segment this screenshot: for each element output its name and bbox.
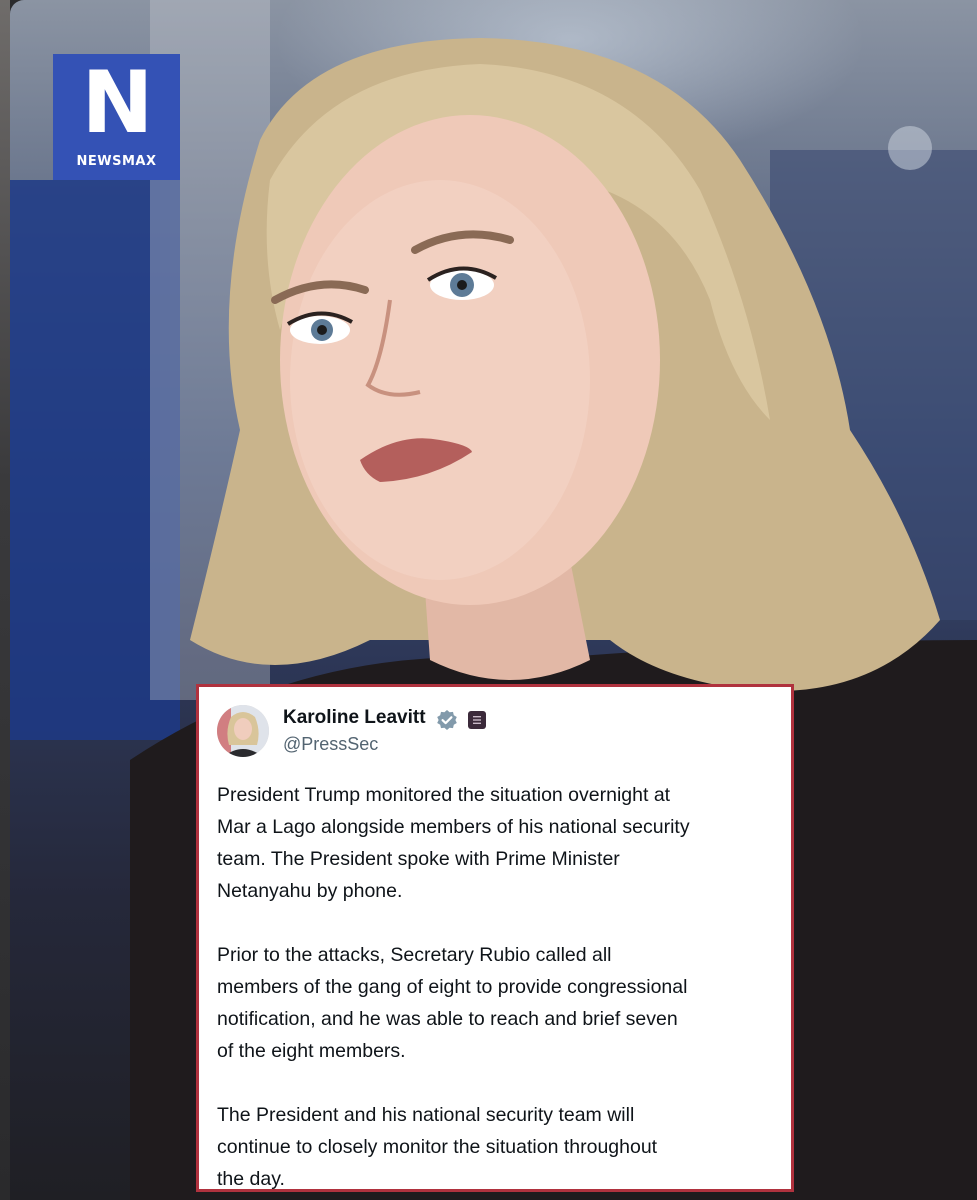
right-pupil — [457, 280, 467, 290]
logo-letter: N — [81, 53, 154, 153]
avatar[interactable] — [217, 705, 269, 757]
verified-badge-icon — [437, 710, 457, 730]
background-light — [888, 126, 932, 170]
left-pupil — [317, 325, 327, 335]
government-affiliation-icon[interactable] — [468, 711, 486, 729]
left-edge-strip — [0, 0, 10, 1200]
tweet-card[interactable]: Karoline Leavitt @PressSec President Tru… — [196, 684, 794, 1192]
avatar-image — [217, 705, 269, 757]
tweet-text: President Trump monitored the situation … — [217, 779, 787, 1190]
newsmax-logo: N NEWSMAX — [53, 54, 180, 180]
logo-wordmark: NEWSMAX — [76, 154, 157, 169]
tweet-paragraph: The President and his national security … — [217, 1104, 658, 1190]
tweet-paragraph: President Trump monitored the situation … — [217, 784, 690, 902]
tweet-header: Karoline Leavitt @PressSec — [217, 703, 757, 763]
newsmax-post-image: N NEWSMAX Karoline Leavitt @PressSec Pre… — [0, 0, 977, 1200]
author-name[interactable]: Karoline Leavitt — [283, 707, 426, 729]
tweet-paragraph: Prior to the attacks, Secretary Rubio ca… — [217, 944, 688, 1062]
author-handle[interactable]: @PressSec — [283, 734, 378, 755]
